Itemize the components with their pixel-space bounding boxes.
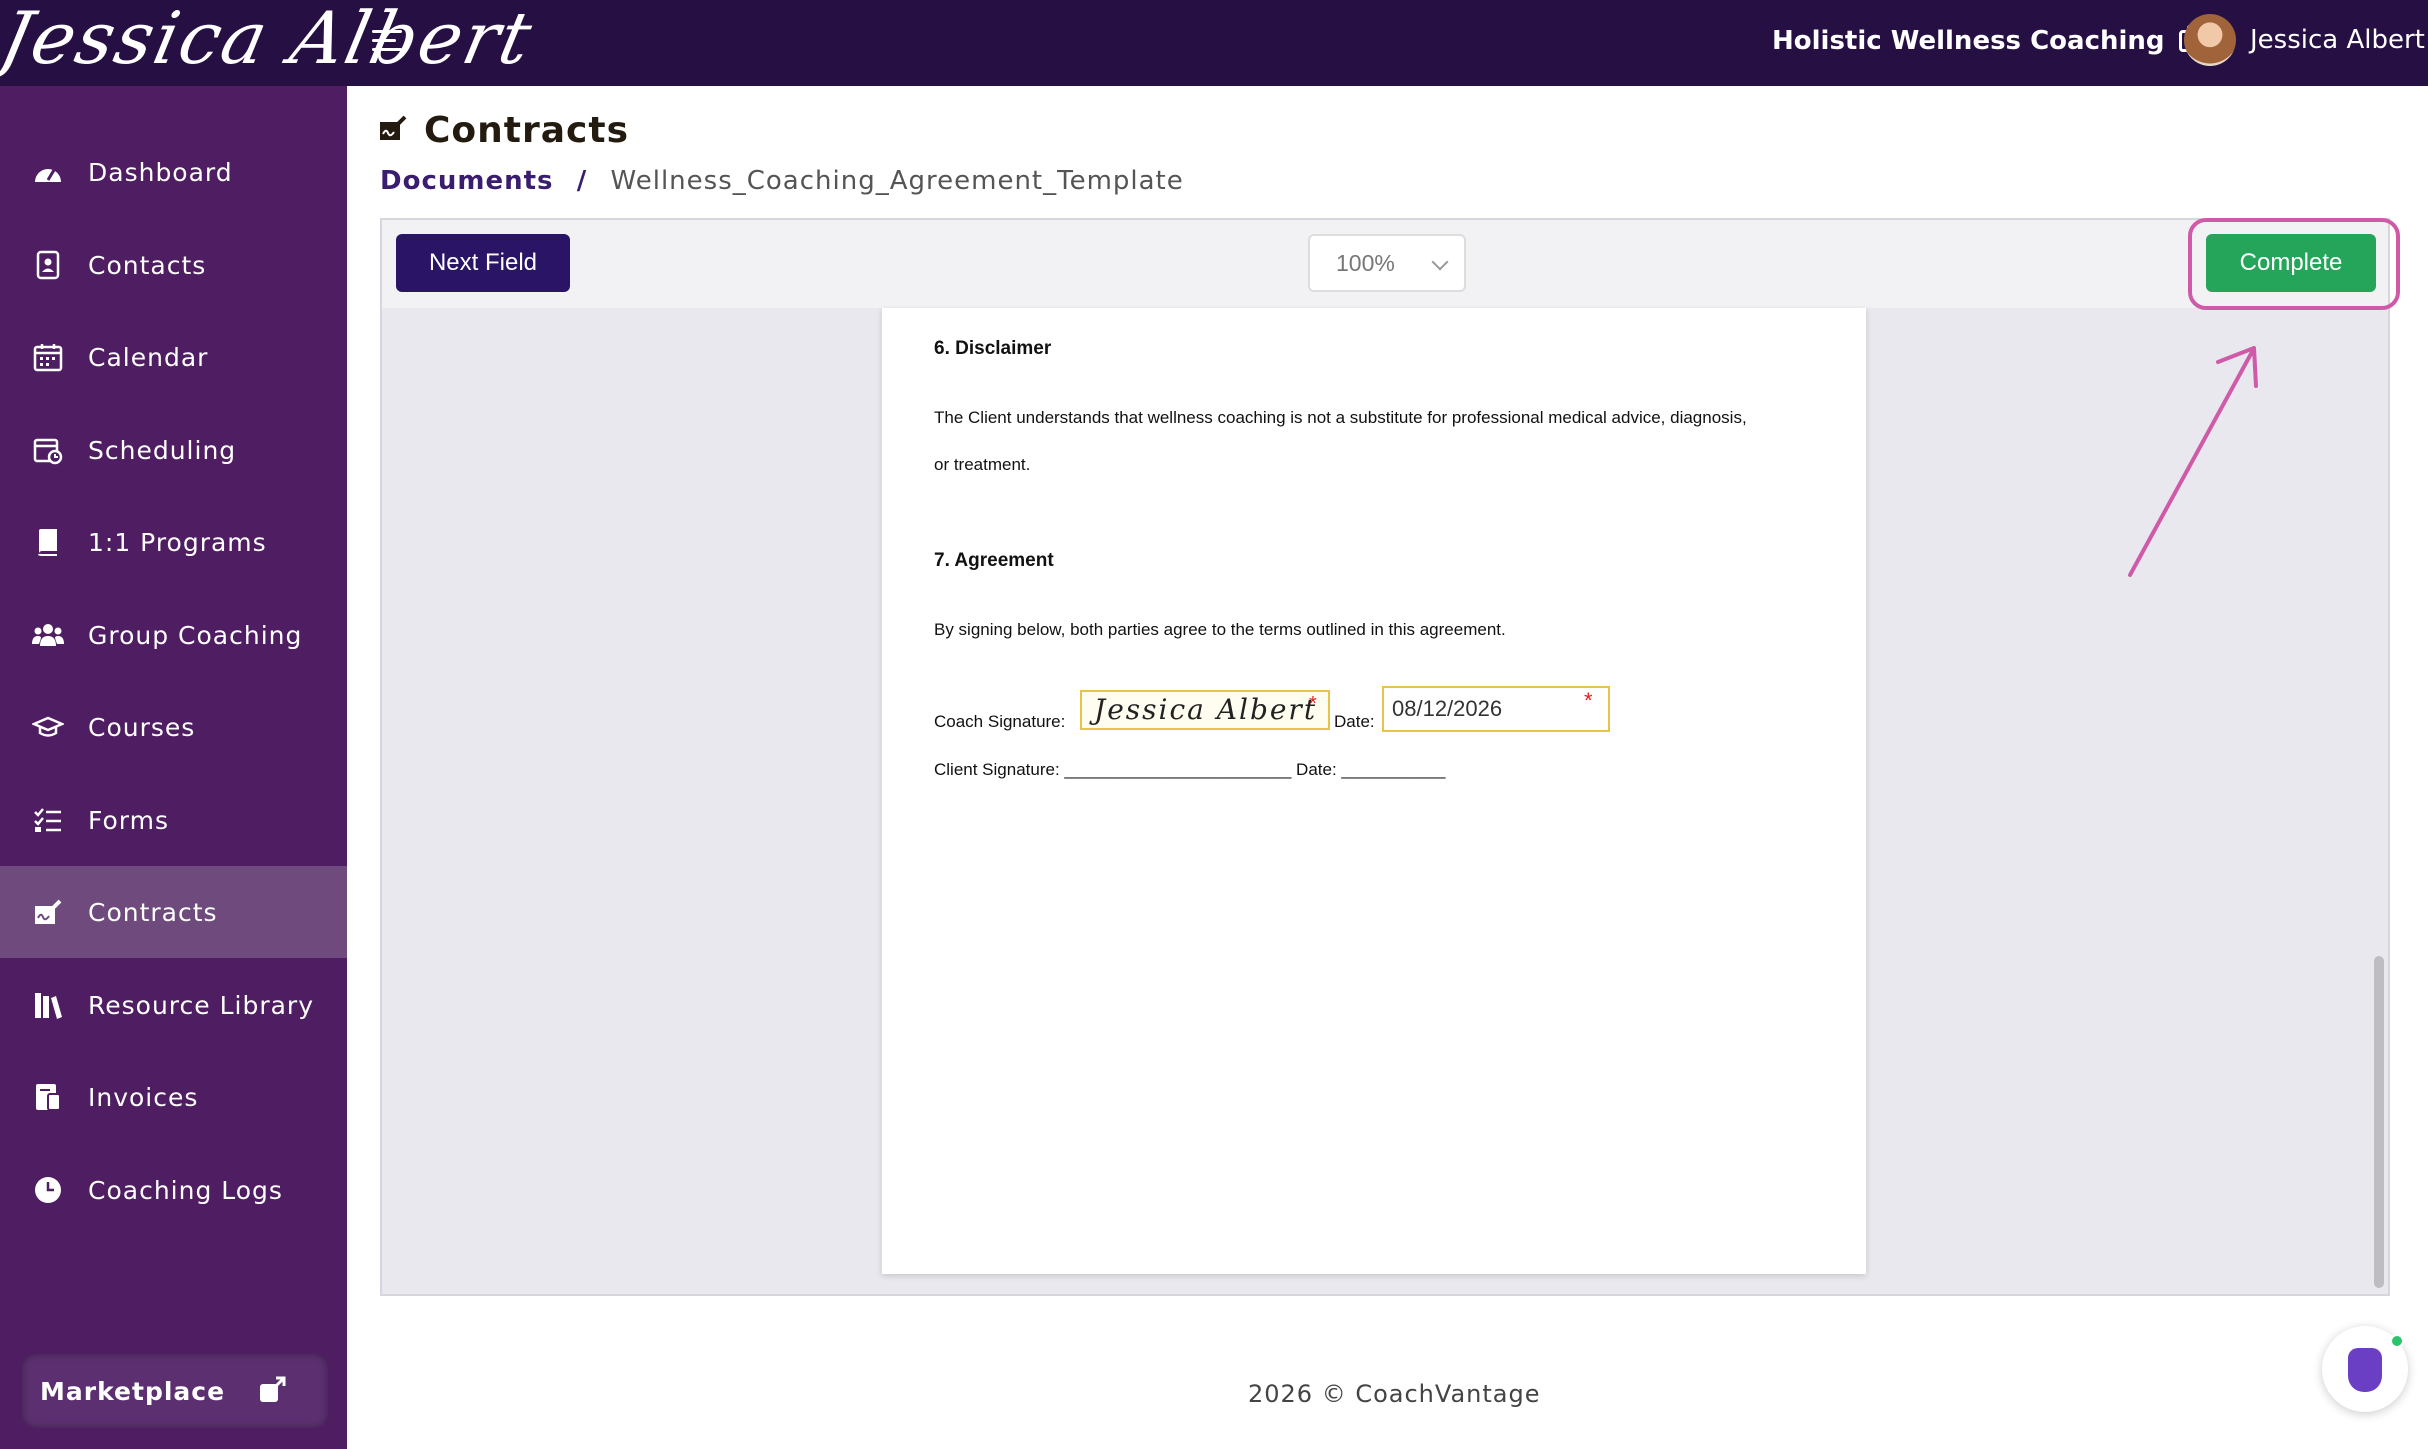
coach-signature-field[interactable]: Jessica Albert [1080, 690, 1330, 730]
sidebar-item-label: Scheduling [88, 435, 237, 465]
business-switcher[interactable]: Holistic Wellness Coaching [1772, 25, 2205, 56]
sidebar-item-resource-library[interactable]: Resource Library [0, 959, 347, 1051]
menu-toggle-icon[interactable] [372, 30, 402, 56]
coach-date-label: Date: [1334, 712, 1375, 731]
required-marker: * [1584, 688, 1593, 713]
sidebar-item-label: Group Coaching [88, 620, 303, 650]
client-signature-line: Client Signature: ______________________… [934, 760, 1446, 779]
avatar [2184, 14, 2236, 66]
contacts-icon [32, 249, 64, 281]
calendar-icon [32, 341, 64, 373]
book-icon [32, 526, 64, 558]
group-icon [32, 619, 64, 651]
breadcrumb: Documents / Wellness_Coaching_Agreement_… [380, 166, 1184, 196]
scheduling-icon [32, 434, 64, 466]
chevron-down-icon [1431, 253, 1449, 271]
scrollbar-thumb[interactable] [2374, 956, 2384, 1288]
coach-date-field[interactable]: 08/12/2026 [1382, 686, 1610, 732]
annotation-arrow-icon [2128, 346, 2258, 577]
breadcrumb-current: Wellness_Coaching_Agreement_Template [610, 166, 1184, 196]
marketplace-label: Marketplace [40, 1376, 226, 1406]
viewer-toolbar: Next Field 100% Complete [382, 218, 2400, 310]
chat-assistant-button[interactable] [2322, 1326, 2408, 1412]
business-name: Holistic Wellness Coaching [1772, 26, 2165, 56]
sidebar-item-programs[interactable]: 1:1 Programs [0, 496, 347, 588]
graduation-cap-icon [32, 711, 64, 743]
page-title: Contracts [378, 110, 629, 151]
logo: Jessica Albert [0, 0, 541, 80]
sidebar-item-contacts[interactable]: Contacts [0, 219, 347, 311]
copyright-text: 2026 © CoachVantage [1248, 1380, 1541, 1408]
sidebar-item-courses[interactable]: Courses [0, 681, 347, 773]
zoom-select[interactable]: 100% [1308, 234, 1466, 292]
sidebar-item-label: Forms [88, 805, 170, 835]
external-link-icon [258, 1376, 286, 1404]
library-icon [32, 989, 64, 1021]
online-status-dot [2390, 1334, 2404, 1348]
sidebar: Dashboard Contacts Calendar Scheduling 1… [0, 86, 347, 1449]
paragraph-text: By signing below, both parties agree to … [934, 620, 1506, 639]
sidebar-item-label: Resource Library [88, 990, 315, 1020]
document-page: 6. Disclaimer The Client understands tha… [882, 308, 1866, 1274]
signature-icon [32, 896, 64, 928]
user-name: Jessica Albert [2250, 25, 2425, 55]
sidebar-item-contracts[interactable]: Contracts [0, 866, 347, 958]
sidebar-item-coaching-logs[interactable]: Coaching Logs [0, 1144, 347, 1236]
sidebar-item-label: Dashboard [88, 157, 233, 187]
zoom-value: 100% [1336, 249, 1395, 276]
sidebar-item-label: Contracts [88, 897, 218, 927]
invoice-icon [32, 1081, 64, 1113]
sidebar-item-group-coaching[interactable]: Group Coaching [0, 589, 347, 681]
page-title-text: Contracts [424, 110, 630, 151]
sidebar-item-label: Calendar [88, 342, 209, 372]
sidebar-item-label: Invoices [88, 1082, 199, 1112]
dashboard-icon [32, 156, 64, 188]
paragraph-text: or treatment. [934, 455, 1031, 474]
section-heading: 6. Disclaimer [934, 338, 1052, 359]
sidebar-item-dashboard[interactable]: Dashboard [0, 126, 347, 218]
complete-button[interactable]: Complete [2206, 234, 2376, 292]
sidebar-item-label: 1:1 Programs [88, 527, 267, 557]
paragraph-text: The Client understands that wellness coa… [934, 408, 1747, 427]
sidebar-item-calendar[interactable]: Calendar [0, 311, 347, 403]
coach-signature-label: Coach Signature: [934, 712, 1066, 731]
sidebar-item-invoices[interactable]: Invoices [0, 1051, 347, 1143]
marketplace-button[interactable]: Marketplace [22, 1354, 328, 1428]
sidebar-item-scheduling[interactable]: Scheduling [0, 404, 347, 496]
user-menu[interactable]: Jessica Albert [2184, 14, 2425, 66]
required-marker: * [1309, 693, 1317, 715]
document-viewer: Next Field 100% Complete 6. Disclaimer T… [380, 218, 2400, 1296]
top-bar: Jessica Albert Holistic Wellness Coachin… [0, 0, 2428, 86]
list-icon [32, 804, 64, 836]
next-field-button[interactable]: Next Field [396, 234, 570, 292]
breadcrumb-separator: / [576, 166, 588, 196]
section-heading: 7. Agreement [934, 550, 1054, 571]
sidebar-item-forms[interactable]: Forms [0, 774, 347, 866]
sidebar-item-label: Courses [88, 712, 196, 742]
clock-icon [32, 1174, 64, 1206]
sidebar-item-label: Contacts [88, 250, 207, 280]
sidebar-item-label: Coaching Logs [88, 1175, 283, 1205]
signature-icon [378, 110, 408, 151]
breadcrumb-documents-link[interactable]: Documents [380, 166, 554, 196]
